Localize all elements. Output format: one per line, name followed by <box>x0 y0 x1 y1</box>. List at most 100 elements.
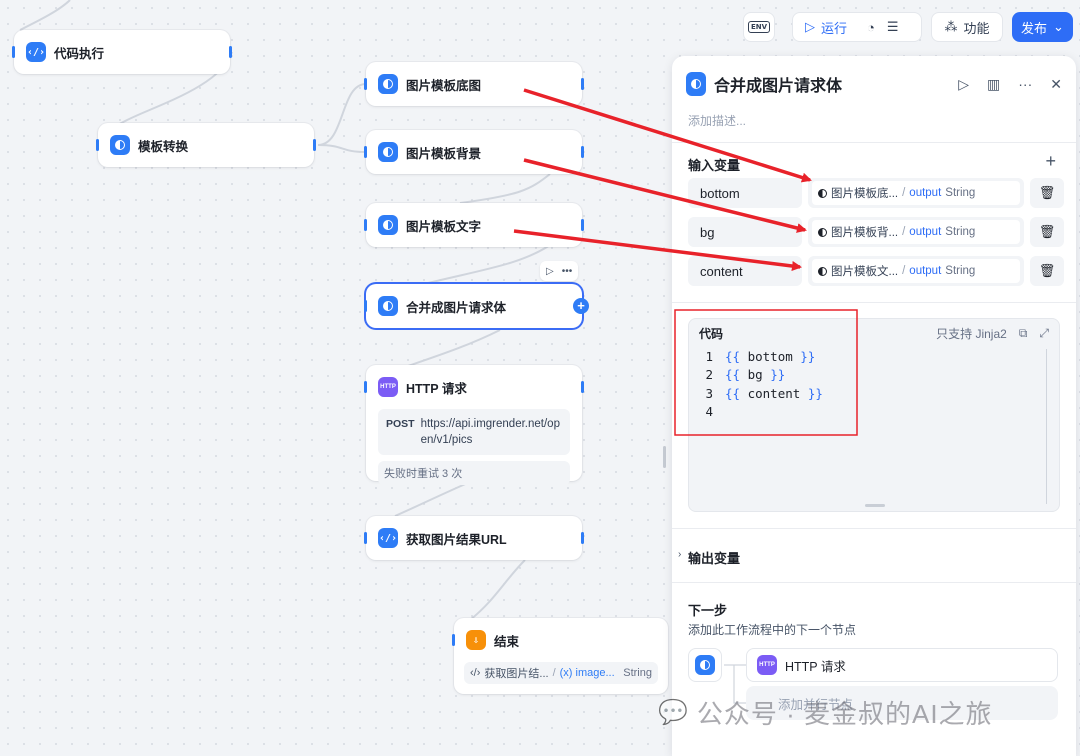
next-step-subtitle: 添加此工作流程中的下一个节点 <box>688 623 857 637</box>
input-handle[interactable] <box>364 381 367 393</box>
copy-icon[interactable]: ⧉ <box>1019 326 1028 341</box>
input-handle[interactable] <box>364 532 367 544</box>
code-var: content <box>747 385 801 401</box>
publish-label: 发布 <box>1021 20 1048 36</box>
divider <box>672 302 1076 303</box>
template-icon <box>818 227 827 237</box>
input-handle[interactable] <box>364 219 367 231</box>
trash-icon[interactable]: 🗑 <box>1030 256 1064 286</box>
history-icon[interactable]: ◔ <box>867 20 875 35</box>
node-title: 结束 <box>494 634 520 649</box>
input-handle[interactable] <box>364 146 367 158</box>
edge <box>419 244 551 286</box>
template-icon <box>378 142 398 162</box>
input-handle[interactable] <box>12 46 15 58</box>
node-title: 模板转换 <box>138 139 189 154</box>
node-merge-body[interactable]: 合并成图片请求体 <box>364 284 582 328</box>
input-handle[interactable] <box>364 300 367 312</box>
input-handle[interactable] <box>96 139 99 151</box>
features-button[interactable]: ⁂ 功能 <box>931 12 1003 42</box>
code-brace: {{ <box>725 348 741 364</box>
node-http-request[interactable]: HTTP HTTP 请求 POST https://api.imgrender.… <box>364 365 584 485</box>
input-handle[interactable] <box>364 78 367 90</box>
variable-ref-select[interactable]: 图片模板文... / output String <box>808 256 1024 286</box>
play-icon[interactable]: ▷ <box>546 266 554 277</box>
input-handle[interactable] <box>452 634 455 646</box>
chevron-right-icon[interactable]: › <box>678 549 681 560</box>
node-template-convert[interactable]: 模板转换 <box>96 123 316 167</box>
panel-title[interactable]: 合并成图片请求体 <box>714 72 842 96</box>
ref-source: 图片模板底... <box>831 188 899 200</box>
panel-resize-handle[interactable] <box>663 446 666 468</box>
ref-type: String <box>945 187 976 199</box>
http-icon: HTTP <box>757 655 777 675</box>
next-step-title: 下一步 <box>688 603 728 618</box>
resize-grip[interactable] <box>865 504 885 507</box>
output-handle[interactable] <box>581 381 584 393</box>
more-icon[interactable]: ••• <box>562 266 573 277</box>
code-editor[interactable]: 代码 只支持 Jinja2 ⧉ ⤢ 1 {{ bottom }} 2 {{ bg… <box>688 318 1060 512</box>
output-variables-title[interactable]: 输出变量 <box>688 548 740 567</box>
template-icon <box>378 296 398 316</box>
expand-icon[interactable]: ⤢ <box>1039 326 1049 341</box>
run-button[interactable]: 运行 <box>821 18 847 37</box>
template-icon <box>378 215 398 235</box>
features-label: 功能 <box>963 20 990 36</box>
variable-ref-select[interactable]: 图片模板背... / output String <box>808 217 1024 247</box>
more-icon[interactable]: ··· <box>1018 76 1032 92</box>
variable-ref-select[interactable]: 图片模板底... / output String <box>808 178 1024 208</box>
jinja-note: 只支持 Jinja2 <box>936 326 1007 341</box>
trash-icon[interactable]: 🗑 <box>1030 217 1064 247</box>
output-handle[interactable] <box>229 46 232 58</box>
scrollbar[interactable] <box>1046 349 1047 504</box>
output-handle[interactable] <box>313 139 316 151</box>
variable-name-input[interactable]: bg <box>688 217 802 247</box>
output-handle[interactable] <box>581 219 584 231</box>
code-line[interactable]: 1 {{ bottom }} <box>689 347 1059 366</box>
close-icon[interactable]: ✕ <box>1050 76 1062 93</box>
edge <box>317 83 367 146</box>
variable-name-input[interactable]: bottom <box>688 178 802 208</box>
code-brace: {{ <box>725 385 741 401</box>
description-input[interactable]: 添加描述... <box>688 112 746 129</box>
variable-row: bottom 图片模板底... / output String 🗑 <box>688 178 1064 208</box>
output-handle[interactable] <box>581 532 584 544</box>
edge <box>459 173 551 204</box>
code-brace: }} <box>807 385 823 401</box>
code-icon: ‹/› <box>378 528 398 548</box>
output-handle[interactable] <box>581 78 584 90</box>
publish-button[interactable]: 发布 ⌄ <box>1012 12 1073 42</box>
book-icon[interactable]: ▥ <box>987 76 1000 93</box>
node-img-tpl-base[interactable]: 图片模板底图 <box>364 62 584 106</box>
separator: / <box>552 667 556 679</box>
code-brace: }} <box>800 348 816 364</box>
add-next-plus-icon[interactable]: + <box>573 298 589 314</box>
watermark: 💬 公众号 · 麦金叔的AI之旅 <box>658 694 993 731</box>
trash-icon[interactable]: 🗑 <box>1030 178 1064 208</box>
node-title: HTTP 请求 <box>406 381 467 396</box>
variable-name-input[interactable]: content <box>688 256 802 286</box>
next-node-label: HTTP 请求 <box>785 659 846 674</box>
node-title: 获取图片结果URL <box>406 532 507 547</box>
checklist-icon[interactable]: ☰ <box>887 19 899 35</box>
env-button[interactable]: ENV <box>743 12 775 42</box>
next-node-http[interactable]: HTTP HTTP 请求 <box>746 648 1058 682</box>
env-icon: ENV <box>747 21 771 33</box>
add-variable-icon[interactable]: + <box>1045 151 1056 172</box>
play-icon[interactable]: ▷ <box>805 19 815 35</box>
node-img-tpl-text[interactable]: 图片模板文字 <box>364 203 584 247</box>
code-line[interactable]: 2 {{ bg }} <box>689 366 1059 385</box>
node-img-tpl-bg[interactable]: 图片模板背景 <box>364 130 584 174</box>
node-end[interactable]: ⇩ 结束 ‹/› 获取图片结... / (x) image... String <box>452 618 668 694</box>
divider <box>672 582 1076 583</box>
code-line[interactable]: 3 {{ content }} <box>689 384 1059 403</box>
output-handle[interactable] <box>581 146 584 158</box>
http-icon: HTTP <box>378 377 398 397</box>
play-icon[interactable]: ▷ <box>958 76 969 93</box>
node-get-url[interactable]: ‹/› 获取图片结果URL <box>364 516 584 560</box>
ref-type: String <box>945 265 976 277</box>
template-icon <box>695 655 715 675</box>
node-code-exec[interactable]: ‹/› 代码执行 <box>12 30 232 74</box>
edge <box>407 329 501 367</box>
code-line[interactable]: 4 <box>689 403 1059 422</box>
